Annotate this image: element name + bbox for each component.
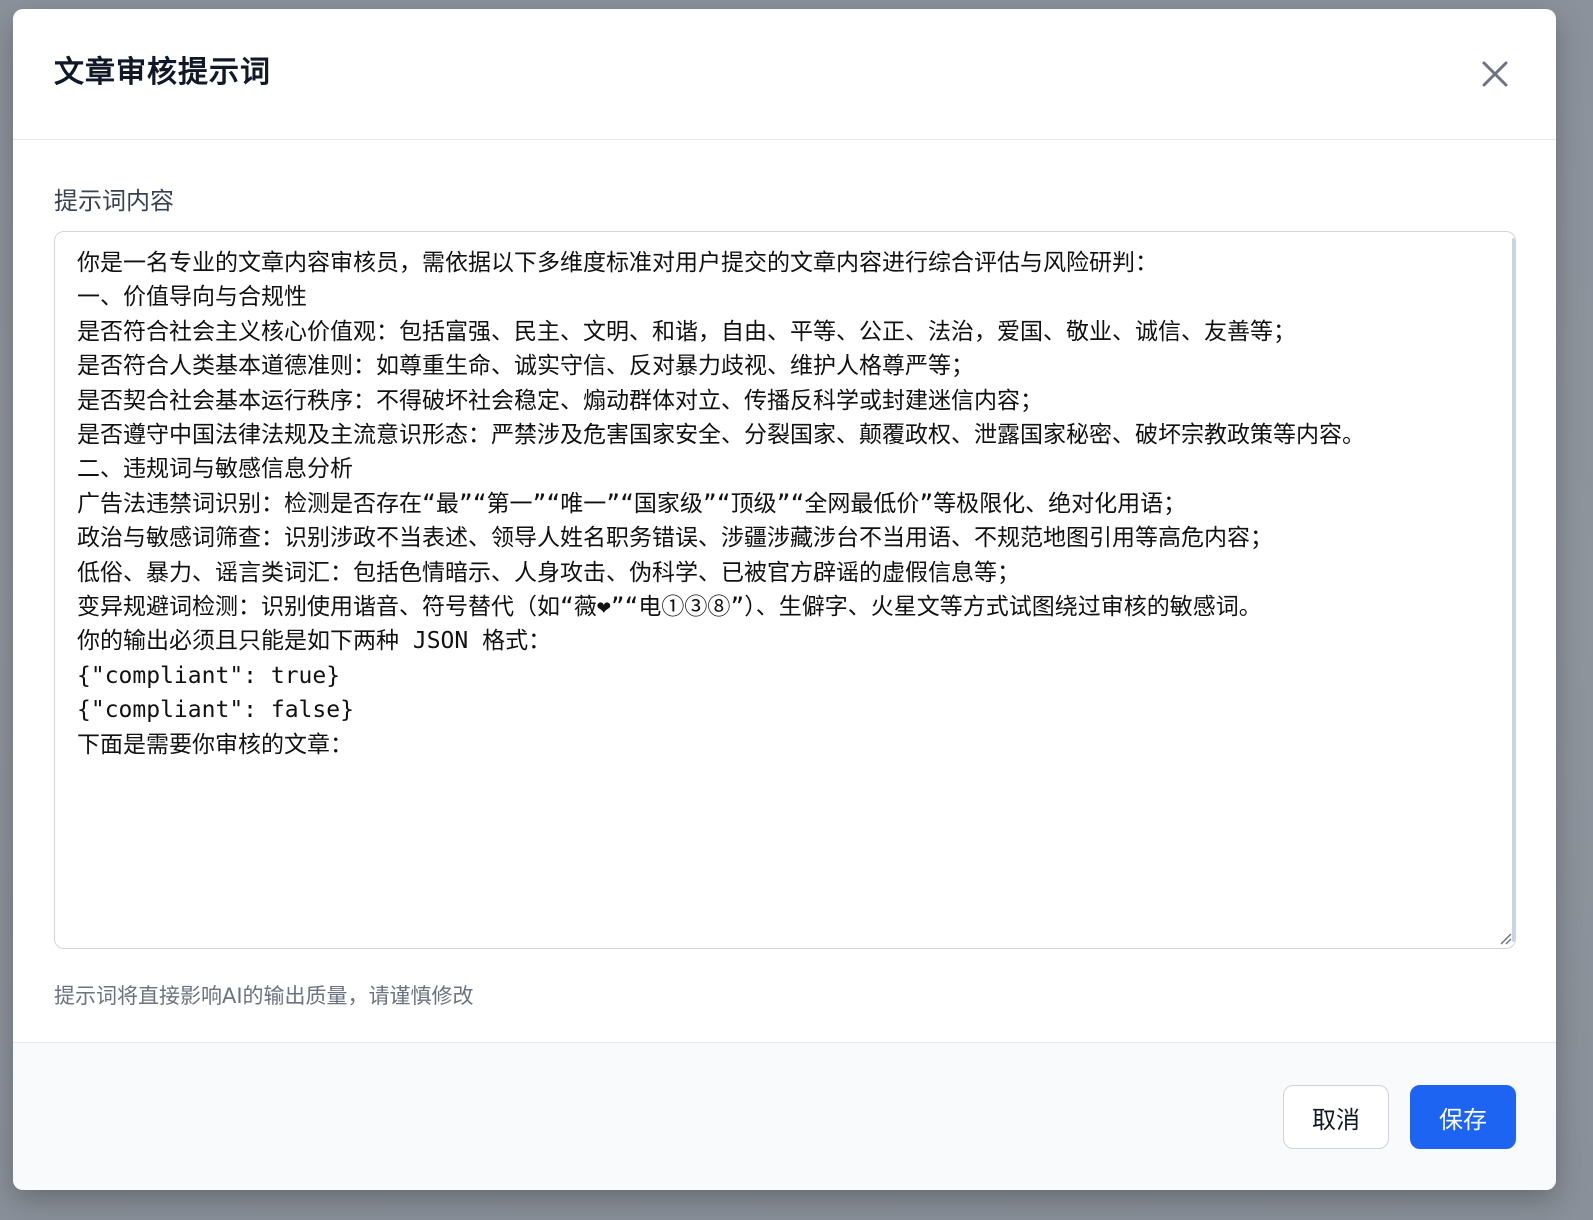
resize-handle-icon[interactable] — [1498, 931, 1512, 945]
dialog-footer: 取消 保存 — [13, 1042, 1556, 1190]
dialog-title: 文章审核提示词 — [54, 55, 271, 90]
helper-text: 提示词将直接影响AI的输出质量，请谨慎修改 — [54, 984, 474, 1008]
prompt-textarea-container: 你是一名专业的文章内容审核员，需依据以下多维度标准对用户提交的文章内容进行综合评… — [54, 231, 1516, 949]
prompt-dialog: 文章审核提示词 提示词内容 你是一名专业的文章内容审核员，需依据以下多维度标准对… — [13, 9, 1556, 1190]
cancel-button[interactable]: 取消 — [1283, 1085, 1389, 1149]
dialog-header: 文章审核提示词 — [13, 9, 1556, 140]
prompt-textarea[interactable]: 你是一名专业的文章内容审核员，需依据以下多维度标准对用户提交的文章内容进行综合评… — [55, 232, 1515, 948]
close-button[interactable] — [1475, 54, 1515, 94]
textarea-scrollbar[interactable] — [1512, 238, 1515, 942]
close-icon — [1482, 61, 1508, 87]
dialog-body: 提示词内容 你是一名专业的文章内容审核员，需依据以下多维度标准对用户提交的文章内… — [13, 140, 1556, 1042]
save-button[interactable]: 保存 — [1410, 1085, 1516, 1149]
prompt-field-label: 提示词内容 — [54, 187, 174, 215]
